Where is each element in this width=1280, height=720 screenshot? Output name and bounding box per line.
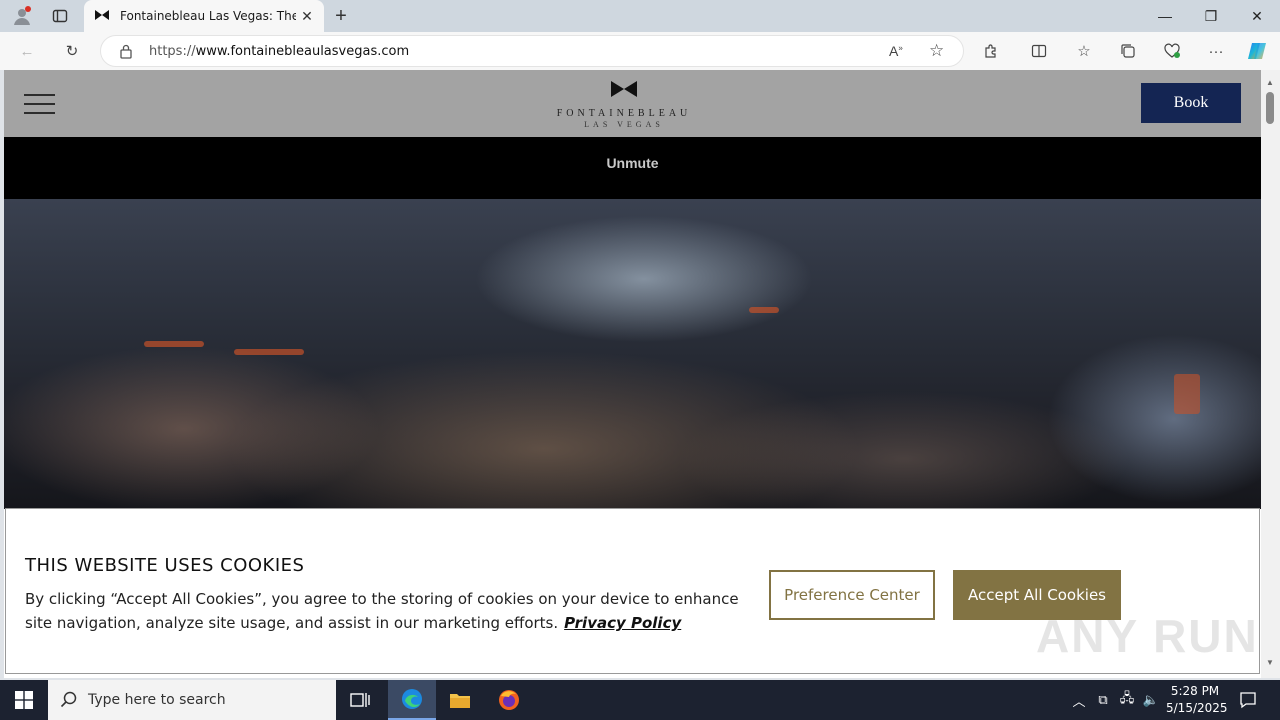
cookie-banner-title: THIS WEBSITE USES COOKIES [25, 555, 305, 576]
logo-sub-text: LAS VEGAS [584, 120, 664, 129]
site-logo[interactable]: FONTAINEBLEAU LAS VEGAS [544, 78, 704, 130]
cookie-banner: THIS WEBSITE USES COOKIES By clicking “A… [5, 508, 1260, 674]
logo-main-text: FONTAINEBLEAU [556, 108, 692, 119]
browser-tab-strip: Fontainebleau Las Vegas: The Bes ✕ + — ❐… [0, 0, 1280, 32]
address-bar[interactable]: https://www.fontainebleaulasvegas.com A»… [100, 35, 964, 67]
collections-icon[interactable] [1117, 40, 1139, 62]
task-view-icon[interactable] [336, 680, 384, 720]
file-explorer-icon[interactable] [436, 680, 484, 720]
window-close-icon[interactable]: ✕ [1234, 0, 1280, 32]
page-viewport: FONTAINEBLEAU LAS VEGAS Book Unmute THIS… [4, 70, 1261, 678]
privacy-policy-link[interactable]: Privacy Policy [564, 614, 681, 632]
read-aloud-icon[interactable]: A» [889, 43, 903, 59]
restore-icon[interactable]: ❐ [1188, 0, 1234, 32]
url-text[interactable]: https://www.fontainebleaulasvegas.com [149, 44, 409, 59]
volume-icon[interactable]: 🔈 [1142, 691, 1160, 709]
stage-light [1174, 374, 1200, 414]
active-tab[interactable]: Fontainebleau Las Vegas: The Bes ✕ [84, 0, 324, 32]
split-screen-icon[interactable] [1028, 40, 1050, 62]
preference-center-button[interactable]: Preference Center [769, 570, 935, 620]
search-icon [60, 691, 78, 714]
clock-time: 5:28 PM [1170, 684, 1220, 698]
unmute-button[interactable]: Unmute [4, 155, 1261, 171]
bowtie-favicon-icon [94, 8, 110, 27]
close-icon[interactable]: ✕ [298, 7, 316, 25]
site-header: FONTAINEBLEAU LAS VEGAS Book [4, 70, 1261, 137]
scrollbar-thumb[interactable] [1266, 92, 1274, 124]
hero-video[interactable] [4, 199, 1261, 509]
browser-toolbar: ← ↻ https://www.fontainebleaulasvegas.co… [0, 32, 1280, 70]
minimize-icon[interactable]: — [1142, 0, 1188, 32]
tray-device-icon[interactable]: ⧉ [1094, 691, 1112, 709]
taskbar-search-box[interactable]: Type here to search [48, 680, 336, 720]
scroll-up-icon[interactable]: ▲ [1265, 78, 1275, 87]
favorites-icon[interactable]: ☆ [1073, 40, 1095, 62]
cookie-banner-text: By clicking “Accept All Cookies”, you ag… [25, 587, 755, 635]
edge-taskbar-icon[interactable] [388, 680, 436, 720]
tab-actions-icon[interactable] [48, 4, 72, 28]
network-icon[interactable]: 🖧 [1118, 690, 1136, 709]
lock-icon[interactable] [119, 44, 133, 64]
hamburger-menu-icon[interactable] [24, 94, 55, 114]
notification-icon[interactable] [1238, 690, 1258, 710]
windows-start-icon[interactable] [0, 680, 48, 720]
firefox-icon[interactable] [485, 680, 533, 720]
taskbar-clock[interactable]: 5:28 PM 5/15/2025 [1166, 683, 1228, 717]
stage-light [749, 307, 779, 313]
new-tab-icon[interactable]: + [329, 4, 353, 28]
copilot-icon[interactable] [1246, 40, 1268, 62]
bowtie-logo-icon [611, 81, 637, 97]
favorite-star-icon[interactable]: ☆ [929, 41, 944, 61]
extensions-icon[interactable] [980, 40, 1002, 62]
tab-title: Fontainebleau Las Vegas: The Bes [120, 9, 296, 23]
page-scrollbar[interactable]: ▲ ▼ [1261, 70, 1280, 678]
more-icon[interactable]: ··· [1205, 40, 1227, 62]
taskbar: Type here to search ︿ ⧉ 🖧 🔈 5:28 PM 5/15… [0, 680, 1280, 720]
video-control-bar: Unmute [4, 137, 1261, 199]
refresh-icon[interactable]: ↻ [61, 40, 83, 62]
profile-icon[interactable] [10, 4, 34, 28]
stage-light [234, 349, 304, 355]
taskbar-search-placeholder: Type here to search [88, 692, 226, 708]
back-icon[interactable]: ← [16, 40, 38, 62]
browser-essentials-icon[interactable] [1161, 40, 1183, 62]
stage-light [144, 341, 204, 347]
book-button[interactable]: Book [1141, 83, 1241, 123]
clock-date: 5/15/2025 [1166, 701, 1228, 715]
anyrun-watermark: ANY RUN [1036, 610, 1259, 662]
tray-overflow-icon[interactable]: ︿ [1070, 691, 1088, 709]
scroll-down-icon[interactable]: ▼ [1265, 658, 1275, 667]
